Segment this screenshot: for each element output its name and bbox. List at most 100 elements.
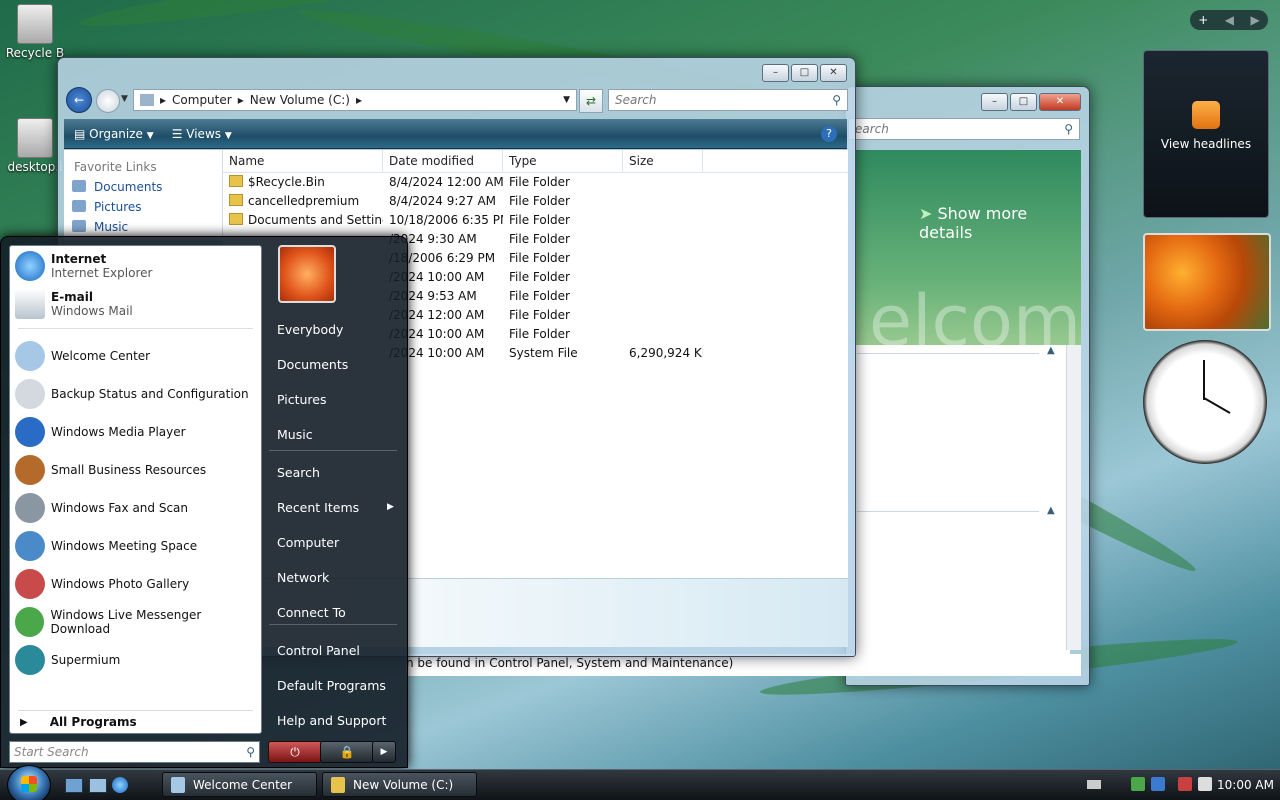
tray-keyboard-icon[interactable] bbox=[1087, 780, 1101, 789]
program-item[interactable]: Windows Fax and Scan bbox=[10, 490, 261, 526]
nav-item-documents[interactable]: Documents bbox=[72, 180, 222, 194]
help-icon[interactable]: ? bbox=[821, 125, 837, 142]
table-row[interactable]: Documents and Settings 10/18/2006 6:35 PM… bbox=[223, 211, 848, 230]
start-item[interactable]: Everybody bbox=[277, 322, 343, 337]
power-options-button[interactable]: ▶ bbox=[372, 741, 396, 763]
minimize-button[interactable]: – bbox=[981, 93, 1008, 111]
lock-button[interactable]: 🔒 bbox=[320, 741, 374, 763]
program-icon bbox=[15, 569, 45, 599]
table-row[interactable]: cancelledpremium 8/4/2024 9:27 AM File Fol… bbox=[223, 192, 848, 211]
program-internet[interactable]: Internet Internet Explorer bbox=[10, 248, 261, 284]
start-item[interactable]: Computer bbox=[277, 535, 339, 550]
program-item[interactable]: Windows Live Messenger Download bbox=[10, 604, 261, 640]
clock-gadget bbox=[1143, 340, 1267, 464]
start-item[interactable]: Help and Support bbox=[277, 713, 386, 728]
breadcrumb-sep[interactable]: ▸ bbox=[356, 93, 362, 107]
start-item[interactable]: Documents bbox=[277, 357, 348, 372]
quick-launch-internet-explorer[interactable] bbox=[112, 777, 128, 793]
program-icon bbox=[15, 607, 45, 637]
nav-item-music[interactable]: Music bbox=[72, 220, 222, 234]
chevron-left-icon[interactable]: ◀ bbox=[1225, 13, 1234, 27]
lock-icon: 🔒 bbox=[339, 745, 355, 759]
search-placeholder: Search bbox=[615, 93, 657, 107]
welcome-scrollbar[interactable] bbox=[1066, 345, 1081, 650]
slideshow-gadget[interactable] bbox=[1143, 233, 1271, 331]
breadcrumb-sep[interactable]: ▸ bbox=[238, 93, 244, 107]
program-item[interactable]: Supermium bbox=[10, 642, 261, 678]
close-button[interactable]: ✕ bbox=[1039, 93, 1081, 111]
all-programs-button[interactable]: ▶ All Programs bbox=[20, 715, 137, 729]
start-item[interactable]: Music bbox=[277, 427, 313, 442]
cell-date: 10/18/2006 6:35 PM bbox=[389, 213, 503, 227]
back-button[interactable]: ← bbox=[66, 87, 92, 113]
maximize-button[interactable]: □ bbox=[791, 64, 818, 82]
tray-network-icon[interactable] bbox=[1151, 777, 1165, 791]
program-email[interactable]: E-mail Windows Mail bbox=[10, 286, 261, 322]
forward-button[interactable] bbox=[96, 89, 120, 113]
start-item[interactable]: Recent Items bbox=[277, 500, 359, 515]
column-header-name[interactable]: Name bbox=[223, 150, 383, 172]
quick-launch-switch-windows[interactable] bbox=[89, 778, 107, 793]
tray-volume-icon[interactable] bbox=[1198, 777, 1212, 791]
start-item[interactable]: Default Programs bbox=[277, 678, 386, 693]
start-item[interactable]: Control Panel bbox=[277, 643, 360, 658]
taskbar-button-new-volume[interactable]: New Volume (C:) bbox=[322, 772, 477, 797]
program-item[interactable]: Windows Media Player bbox=[10, 414, 261, 450]
tray-security-icon[interactable] bbox=[1131, 777, 1145, 791]
start-button[interactable] bbox=[7, 765, 51, 800]
breadcrumb-computer[interactable]: Computer bbox=[172, 93, 232, 107]
minimize-button[interactable]: – bbox=[762, 64, 789, 82]
address-dropdown-icon[interactable]: ▼ bbox=[563, 95, 570, 105]
window-controls: – □ ✕ bbox=[981, 93, 1081, 111]
program-item[interactable]: Windows Meeting Space bbox=[10, 528, 261, 564]
cell-type: File Folder bbox=[509, 251, 570, 265]
user-picture[interactable] bbox=[278, 245, 336, 303]
feed-headlines-gadget[interactable]: View headlines bbox=[1143, 50, 1269, 218]
collapse-icon[interactable]: ▲ bbox=[1047, 505, 1055, 516]
taskbar-button-welcome-center[interactable]: Welcome Center bbox=[162, 772, 317, 797]
table-row[interactable]: $Recycle.Bin 8/4/2024 12:00 AM File Folder bbox=[223, 173, 848, 192]
collapse-icon[interactable]: ▲ bbox=[1047, 345, 1055, 356]
program-item[interactable]: Small Business Resources bbox=[10, 452, 261, 488]
quick-launch-show-desktop[interactable] bbox=[65, 778, 83, 793]
desktop-icon-recycle-bin[interactable]: Recycle B bbox=[0, 4, 70, 60]
tray-network-disconnected-icon[interactable] bbox=[1178, 777, 1192, 791]
column-header-date[interactable]: Date modified bbox=[383, 150, 503, 172]
start-item[interactable]: Search bbox=[277, 465, 320, 480]
taskbar-clock[interactable]: 10:00 AM bbox=[1217, 778, 1274, 792]
chevron-right-icon[interactable]: ▶ bbox=[1251, 13, 1260, 27]
rss-icon bbox=[1192, 101, 1220, 129]
nav-item-pictures[interactable]: Pictures bbox=[72, 200, 222, 214]
show-more-details-link[interactable]: ➤ Show more details bbox=[919, 204, 1081, 242]
recent-pages-dropdown[interactable]: ▼ bbox=[121, 94, 128, 104]
program-name: Welcome Center bbox=[51, 349, 151, 363]
program-item[interactable]: Welcome Center bbox=[10, 338, 261, 374]
program-item[interactable]: Windows Photo Gallery bbox=[10, 566, 261, 602]
cell-type: File Folder bbox=[509, 308, 570, 322]
cell-type: File Folder bbox=[509, 232, 570, 246]
start-item[interactable]: Network bbox=[277, 570, 329, 585]
program-item[interactable]: Backup Status and Configuration bbox=[10, 376, 261, 412]
close-button[interactable]: ✕ bbox=[820, 64, 847, 82]
breadcrumb-volume[interactable]: New Volume (C:) bbox=[250, 93, 350, 107]
start-item[interactable]: Pictures bbox=[277, 392, 327, 407]
address-bar[interactable]: ▸ Computer ▸ New Volume (C:) ▸ ▼ bbox=[133, 89, 577, 111]
program-icon bbox=[15, 417, 45, 447]
cell-size bbox=[623, 211, 703, 230]
column-header-type[interactable]: Type bbox=[503, 150, 623, 172]
program-subtitle: Internet Explorer bbox=[51, 266, 153, 280]
start-search-input[interactable]: Start Search ⚲ bbox=[9, 741, 260, 763]
power-button[interactable]: ⏻ bbox=[268, 741, 322, 763]
views-button[interactable]: ☰ Views ▼ bbox=[172, 127, 232, 141]
organize-button[interactable]: ▤ Organize ▼ bbox=[74, 127, 154, 141]
breadcrumb-sep[interactable]: ▸ bbox=[160, 93, 166, 107]
maximize-button[interactable]: □ bbox=[1010, 93, 1037, 111]
explorer-search-input[interactable]: Search ⚲ bbox=[608, 89, 848, 111]
column-header-size[interactable]: Size bbox=[623, 150, 703, 172]
add-gadget-icon[interactable]: + bbox=[1198, 13, 1208, 27]
refresh-button[interactable]: ⇄ bbox=[579, 89, 603, 113]
welcome-search-input[interactable]: earch ⚲ bbox=[848, 118, 1080, 140]
start-item[interactable]: Connect To bbox=[277, 605, 346, 620]
welcome-hero: ➤ Show more details elcome bbox=[855, 150, 1081, 345]
cell-date: 8/4/2024 12:00 AM bbox=[389, 175, 503, 189]
